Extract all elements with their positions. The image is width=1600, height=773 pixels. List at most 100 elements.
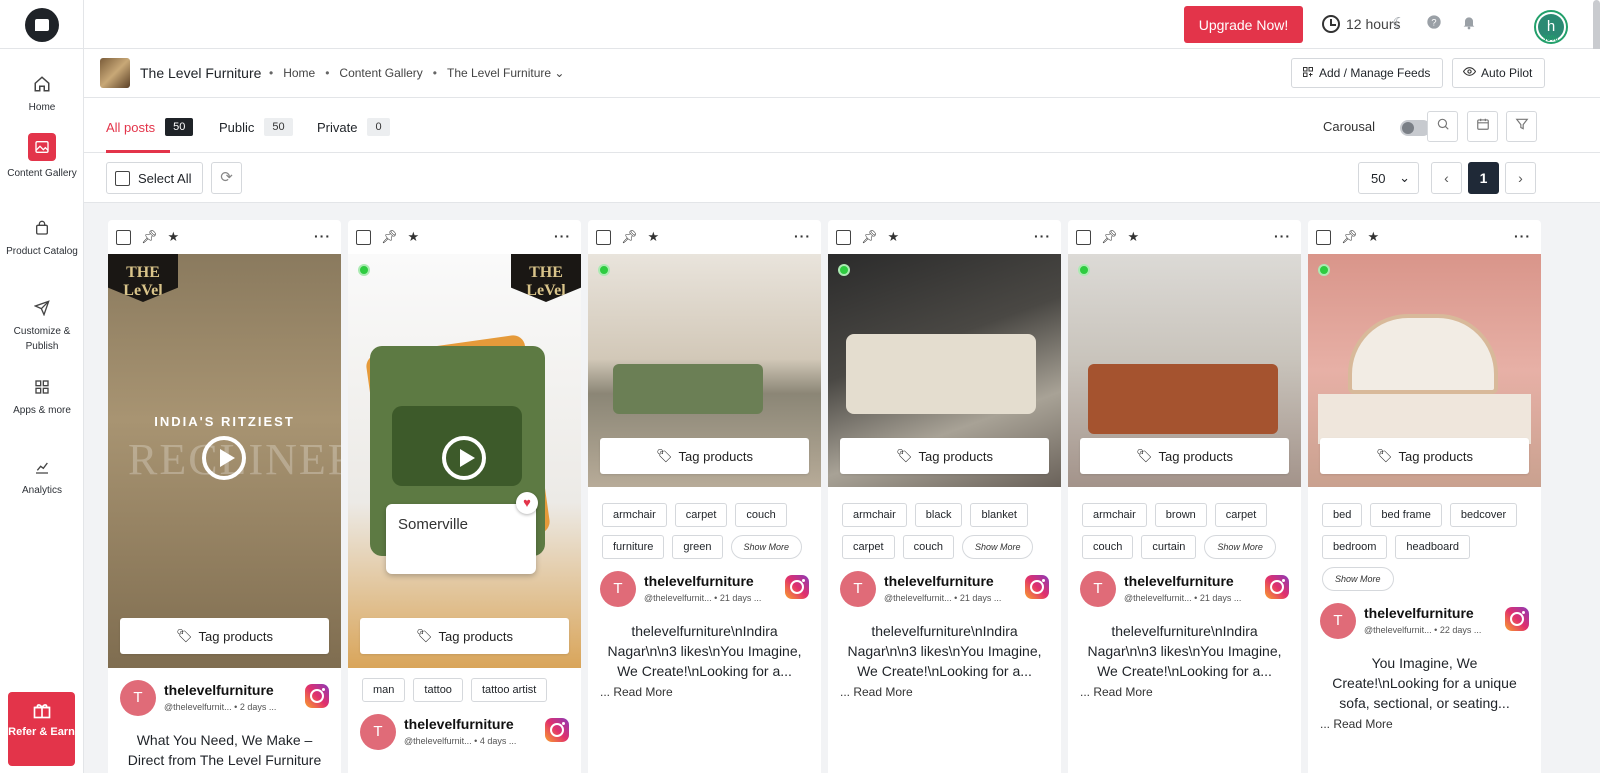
- tab-public[interactable]: Public 50: [219, 118, 293, 136]
- tag-chip[interactable]: headboard: [1395, 535, 1471, 559]
- show-more-button[interactable]: Show More: [961, 535, 1034, 559]
- tag-chip[interactable]: couch: [735, 503, 787, 527]
- rail-item-analytics[interactable]: Analytics: [0, 456, 84, 498]
- crumb-feed-select[interactable]: The Level Furniture ⌄: [447, 66, 564, 80]
- tag-products-button[interactable]: 🏷︎ Tag products: [1080, 438, 1289, 474]
- rail-item-product-catalog[interactable]: Product Catalog: [0, 217, 84, 259]
- more-options-icon[interactable]: ···: [1514, 228, 1531, 244]
- tag-chip[interactable]: bedroom: [1322, 535, 1388, 559]
- card-checkbox[interactable]: [836, 229, 851, 245]
- read-more-link[interactable]: ... Read More: [828, 681, 1061, 703]
- crumb-content-gallery[interactable]: Content Gallery: [339, 66, 422, 80]
- play-icon[interactable]: [202, 436, 246, 480]
- tag-chip[interactable]: tattoo artist: [470, 678, 548, 702]
- heart-icon[interactable]: ♥: [516, 492, 538, 514]
- upgrade-button[interactable]: Upgrade Now!: [1184, 6, 1303, 43]
- tag-chip[interactable]: furniture: [602, 535, 665, 559]
- star-icon[interactable]: ★: [408, 229, 420, 245]
- pin-icon[interactable]: 📌︎: [621, 229, 638, 245]
- pin-icon[interactable]: 📌︎: [381, 229, 398, 245]
- card-checkbox[interactable]: [1316, 229, 1331, 245]
- tag-chip[interactable]: armchair: [602, 503, 667, 527]
- post-media[interactable]: 🏷︎ Tag products: [1308, 254, 1541, 487]
- tag-chip[interactable]: bedcover: [1449, 503, 1518, 527]
- read-more-link[interactable]: ... Read More: [1068, 681, 1301, 703]
- post-media[interactable]: THE LeVel Somerville ♥ 🏷︎ Tag products: [348, 254, 581, 668]
- tag-products-button[interactable]: 🏷︎ Tag products: [840, 438, 1049, 474]
- card-checkbox[interactable]: [1076, 229, 1091, 245]
- tag-products-button[interactable]: 🏷︎ Tag products: [120, 618, 329, 654]
- more-options-icon[interactable]: ···: [1274, 228, 1291, 244]
- post-card[interactable]: 📌︎ ★ ··· THE LeVel INDIA'S RITZIEST RECLI…: [108, 220, 341, 773]
- tag-chip[interactable]: brown: [1154, 503, 1207, 527]
- post-card[interactable]: 📌︎ ★ ··· 🏷︎ Tag products armchair carpet …: [588, 220, 821, 773]
- tag-products-button[interactable]: 🏷︎ Tag products: [360, 618, 569, 654]
- tag-chip[interactable]: green: [672, 535, 723, 559]
- refer-earn-button[interactable]: Refer & Earn: [8, 692, 75, 766]
- more-options-icon[interactable]: ···: [554, 228, 571, 244]
- tag-chip[interactable]: curtain: [1141, 535, 1197, 559]
- bell-icon[interactable]: [1459, 14, 1479, 34]
- pin-icon[interactable]: 📌︎: [1101, 229, 1118, 245]
- post-media[interactable]: 🏷︎ Tag products: [588, 254, 821, 487]
- rail-item-content-gallery[interactable]: Content Gallery: [0, 133, 84, 181]
- pin-icon[interactable]: 📌︎: [141, 229, 158, 245]
- pin-icon[interactable]: 📌︎: [1341, 229, 1358, 245]
- tag-chip[interactable]: bed frame: [1370, 503, 1442, 527]
- card-checkbox[interactable]: [356, 229, 371, 245]
- pin-icon[interactable]: 📌︎: [861, 229, 878, 245]
- select-all-checkbox[interactable]: Select All: [106, 162, 203, 194]
- search-button[interactable]: [1427, 111, 1458, 142]
- checkbox[interactable]: [115, 170, 130, 186]
- more-options-icon[interactable]: ···: [794, 228, 811, 244]
- next-page-button[interactable]: ›: [1505, 162, 1536, 194]
- tag-chip[interactable]: bed: [1322, 503, 1363, 527]
- post-card[interactable]: 📌︎ ★ ··· THE LeVel Somerville ♥ 🏷︎ Tag pro…: [348, 220, 581, 773]
- post-media[interactable]: 🏷︎ Tag products: [828, 254, 1061, 487]
- tag-products-button[interactable]: 🏷︎ Tag products: [1320, 438, 1529, 474]
- help-icon[interactable]: ?: [1424, 14, 1444, 34]
- prev-page-button[interactable]: ‹: [1431, 162, 1462, 194]
- star-icon[interactable]: ★: [888, 229, 900, 245]
- filter-button[interactable]: [1506, 111, 1537, 142]
- star-icon[interactable]: ★: [1128, 229, 1140, 245]
- star-icon[interactable]: ★: [168, 229, 180, 245]
- tag-chip[interactable]: carpet: [674, 503, 728, 527]
- show-more-button[interactable]: Show More: [730, 535, 803, 559]
- tag-chip[interactable]: couch: [1082, 535, 1134, 559]
- tag-chip[interactable]: tattoo: [413, 678, 463, 702]
- play-icon[interactable]: [442, 436, 486, 480]
- show-more-button[interactable]: Show More: [1204, 535, 1276, 559]
- more-options-icon[interactable]: ···: [314, 228, 331, 244]
- post-media[interactable]: 🏷︎ Tag products: [1068, 254, 1301, 487]
- tag-products-button[interactable]: 🏷︎ Tag products: [600, 438, 809, 474]
- moon-icon[interactable]: ☾: [1389, 14, 1409, 34]
- tag-chip[interactable]: black: [914, 503, 963, 527]
- post-media[interactable]: THELeVel INDIA'S RITZIEST RECLINERS 🏷︎Ta…: [108, 254, 341, 668]
- tag-chip[interactable]: man: [362, 678, 406, 702]
- star-icon[interactable]: ★: [1368, 229, 1380, 245]
- current-page[interactable]: 1: [1468, 162, 1499, 194]
- tag-chip[interactable]: blanket: [970, 503, 1028, 527]
- tab-private[interactable]: Private 0: [317, 118, 390, 136]
- read-more-link[interactable]: ... Read More: [1308, 713, 1541, 735]
- read-more-link[interactable]: ... Read More: [588, 681, 821, 703]
- app-logo[interactable]: [25, 8, 59, 42]
- more-options-icon[interactable]: ···: [1034, 228, 1051, 244]
- tab-all-posts[interactable]: All posts 50: [106, 118, 194, 136]
- rail-item-apps-more[interactable]: Apps & more: [0, 376, 84, 418]
- post-card[interactable]: 📌︎ ★ ··· 🏷︎ Tag products armchair brown c…: [1068, 220, 1301, 773]
- star-icon[interactable]: ★: [648, 229, 660, 245]
- post-card[interactable]: 📌︎ ★ ··· 🏷︎ Tag products bed bed frame be…: [1308, 220, 1541, 773]
- tag-chip[interactable]: carpet: [1214, 503, 1268, 527]
- per-page-select[interactable]: 50 ⌄: [1358, 162, 1419, 194]
- refresh-button[interactable]: ⟳: [211, 162, 242, 194]
- crumb-home[interactable]: Home: [283, 66, 315, 80]
- rail-item-customize-publish[interactable]: Customize & Publish: [0, 297, 84, 354]
- post-card[interactable]: 📌︎ ★ ··· 🏷︎ Tag products armchair black b…: [828, 220, 1061, 773]
- tag-chip[interactable]: armchair: [1082, 503, 1147, 527]
- tag-chip[interactable]: carpet: [842, 535, 895, 559]
- tag-chip[interactable]: armchair: [842, 503, 907, 527]
- card-checkbox[interactable]: [116, 229, 131, 245]
- add-manage-feeds-button[interactable]: Add / Manage Feeds: [1291, 58, 1443, 88]
